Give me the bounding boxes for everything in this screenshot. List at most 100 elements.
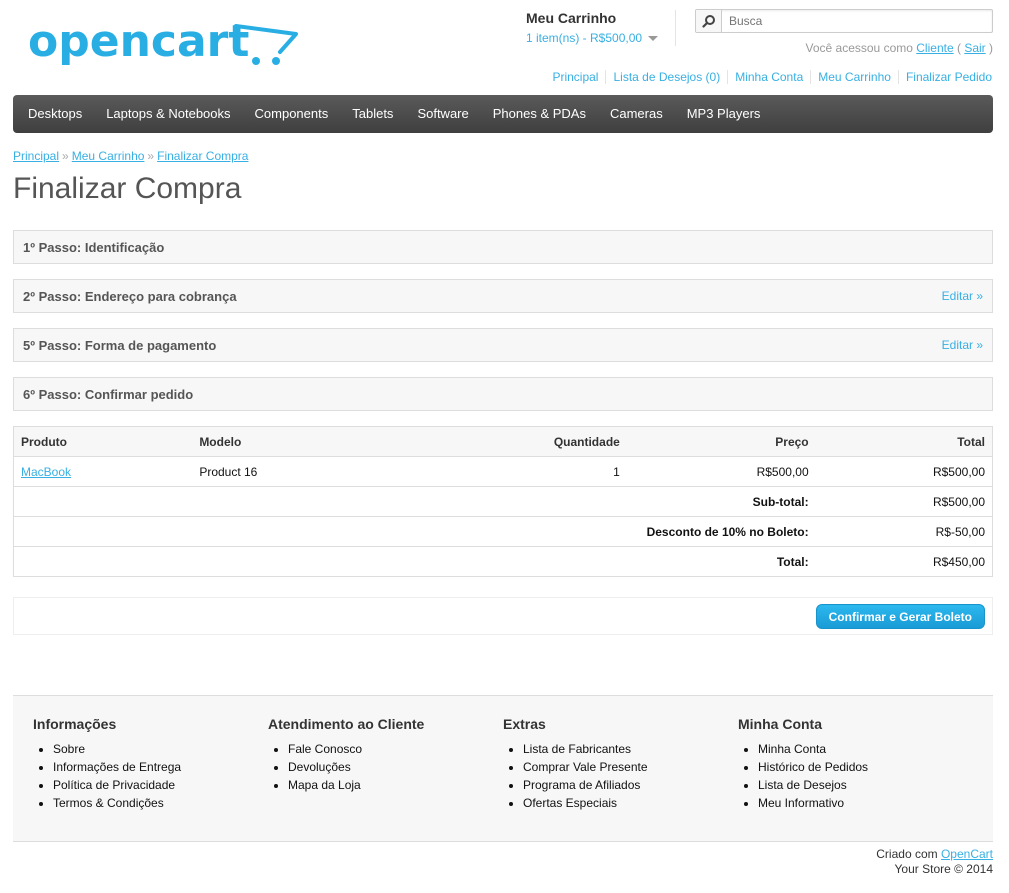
copyright: Your Store © 2014 [894, 862, 993, 876]
confirm-panel: Confirmar e Gerar Boleto [13, 597, 993, 635]
subtotal-row: Sub-total: R$500,00 [13, 486, 993, 517]
header-price: Preço [626, 426, 816, 457]
step-title: 2º Passo: Endereço para cobrança [23, 288, 237, 304]
search-input[interactable] [722, 11, 982, 31]
step-payment-method[interactable]: 5º Passo: Forma de pagamento Editar » [13, 328, 993, 362]
total-row: Total: R$450,00 [14, 547, 993, 577]
footer-link[interactable]: Fale Conosco [288, 742, 362, 756]
footer-link[interactable]: Minha Conta [758, 742, 826, 756]
product-quantity: 1 [372, 456, 627, 487]
account-link[interactable]: Cliente [916, 41, 953, 55]
breadcrumb-home[interactable]: Principal [13, 149, 59, 163]
menu-item-tablets[interactable]: Tablets [340, 95, 405, 133]
step-title: 6º Passo: Confirmar pedido [23, 386, 194, 402]
cart-summary-text: 1 item(ns) - R$500,00 [526, 31, 643, 45]
footer-column-customer-service: Atendimento ao Cliente Fale Conosco Devo… [268, 716, 498, 794]
footer-column-extras: Extras Lista de Fabricantes Comprar Vale… [503, 716, 733, 812]
menu-item-cameras[interactable]: Cameras [598, 95, 675, 133]
page-title: Finalizar Compra [13, 172, 242, 205]
subtotal-label: Sub-total: [13, 486, 816, 517]
breadcrumb-cart[interactable]: Meu Carrinho [72, 149, 145, 163]
step-title: 1º Passo: Identificação [23, 239, 165, 255]
caret-down-icon [648, 35, 659, 41]
header-total: Total [815, 426, 993, 457]
top-link-account[interactable]: Minha Conta [727, 70, 810, 84]
breadcrumb-separator: » [62, 149, 69, 163]
welcome-text: Você acessou como Cliente ( Sair ) [806, 41, 993, 55]
search-button[interactable] [696, 10, 722, 32]
total-label: Total: [776, 554, 809, 569]
discount-value: R$-50,00 [815, 516, 993, 547]
welcome-paren-close: ) [989, 41, 993, 55]
footer-link[interactable]: Ofertas Especiais [523, 796, 617, 810]
footer-link[interactable]: Programa de Afiliados [523, 778, 640, 792]
edit-payment-link[interactable]: Editar » [942, 338, 983, 352]
footer-column-title: Informações [33, 716, 117, 732]
confirm-boleto-button[interactable]: Confirmar e Gerar Boleto [815, 604, 985, 629]
step-billing-address[interactable]: 2º Passo: Endereço para cobrança Editar … [13, 279, 993, 313]
breadcrumb-separator: » [147, 149, 155, 163]
footer-column-title: Atendimento ao Cliente [268, 716, 425, 732]
product-model: Product 16 [192, 456, 373, 487]
logo-text: opencart [28, 16, 249, 67]
top-links: Principal Lista de Desejos (0) Minha Con… [545, 70, 999, 84]
header-product: Produto [13, 426, 193, 457]
footer-link[interactable]: Devoluções [288, 760, 351, 774]
breadcrumb: Principal» Meu Carrinho» Finalizar Compra [13, 149, 248, 163]
order-table: Produto Modelo Quantidade Preço Total Ma… [13, 426, 993, 577]
menu-item-components[interactable]: Components [243, 95, 341, 133]
search-box [695, 9, 993, 33]
product-total: R$500,00 [815, 456, 993, 487]
step-confirm-order[interactable]: 6º Passo: Confirmar pedido [13, 377, 993, 411]
footer-link[interactable]: Informações de Entrega [53, 760, 181, 774]
header-quantity: Quantidade [372, 426, 627, 457]
footer-link[interactable]: Política de Privacidade [53, 778, 175, 792]
top-link-checkout[interactable]: Finalizar Pedido [897, 70, 999, 84]
menu-item-desktops[interactable]: Desktops [16, 95, 94, 133]
total-value: R$450,00 [932, 554, 985, 569]
top-link-cart[interactable]: Meu Carrinho [810, 70, 898, 84]
top-link-home[interactable]: Principal [545, 70, 605, 84]
subtotal-value: R$500,00 [815, 486, 993, 517]
welcome-paren-open: ( [956, 41, 961, 55]
menu-item-mp3[interactable]: MP3 Players [675, 95, 773, 133]
discount-row: Desconto de 10% no Boleto: R$-50,00 [13, 516, 993, 547]
powered-by: Criado com OpenCart Your Store © 2014 [876, 847, 993, 877]
opencart-link[interactable]: OpenCart [941, 847, 993, 861]
top-link-wishlist[interactable]: Lista de Desejos (0) [605, 70, 727, 84]
search-icon [701, 15, 715, 28]
logout-link[interactable]: Sair [964, 41, 985, 55]
footer: Informações Sobre Informações de Entrega… [13, 695, 993, 842]
step-title: 5º Passo: Forma de pagamento [23, 337, 217, 353]
footer-column-information: Informações Sobre Informações de Entrega… [33, 716, 263, 812]
edit-billing-link[interactable]: Editar » [942, 289, 983, 303]
footer-link[interactable]: Mapa da Loja [288, 778, 361, 792]
cart-widget[interactable]: Meu Carrinho 1 item(ns) - R$500,00 [526, 10, 676, 46]
powered-prefix: Criado com [876, 847, 938, 861]
discount-label: Desconto de 10% no Boleto: [13, 516, 816, 547]
menu-item-phones[interactable]: Phones & PDAs [481, 95, 598, 133]
footer-link[interactable]: Meu Informativo [758, 796, 844, 810]
footer-link[interactable]: Termos & Condições [53, 796, 164, 810]
footer-link[interactable]: Lista de Fabricantes [523, 742, 631, 756]
header-model: Modelo [192, 426, 373, 457]
footer-link[interactable]: Comprar Vale Presente [523, 760, 648, 774]
category-menu: Desktops Laptops & Notebooks Components … [13, 95, 993, 133]
opencart-logo[interactable]: opencart [28, 14, 303, 74]
footer-column-title: Extras [503, 716, 546, 732]
footer-link[interactable]: Histórico de Pedidos [758, 760, 868, 774]
step-identification[interactable]: 1º Passo: Identificação [13, 230, 993, 264]
footer-link[interactable]: Sobre [53, 742, 85, 756]
footer-column-my-account: Minha Conta Minha Conta Histórico de Ped… [738, 716, 968, 812]
logo-graphic: opencart [28, 16, 298, 67]
cart-summary[interactable]: 1 item(ns) - R$500,00 [526, 31, 675, 45]
footer-link[interactable]: Lista de Desejos [758, 778, 847, 792]
product-link[interactable]: MacBook [21, 465, 71, 479]
table-header-row: Produto Modelo Quantidade Preço Total [13, 426, 993, 457]
breadcrumb-checkout[interactable]: Finalizar Compra [157, 149, 248, 163]
cart-title: Meu Carrinho [526, 10, 617, 26]
table-row: MacBook Product 16 1 R$500,00 R$500,00 [13, 456, 993, 487]
menu-item-laptops[interactable]: Laptops & Notebooks [94, 95, 242, 133]
welcome-prefix: Você acessou como [805, 41, 913, 55]
menu-item-software[interactable]: Software [405, 95, 480, 133]
